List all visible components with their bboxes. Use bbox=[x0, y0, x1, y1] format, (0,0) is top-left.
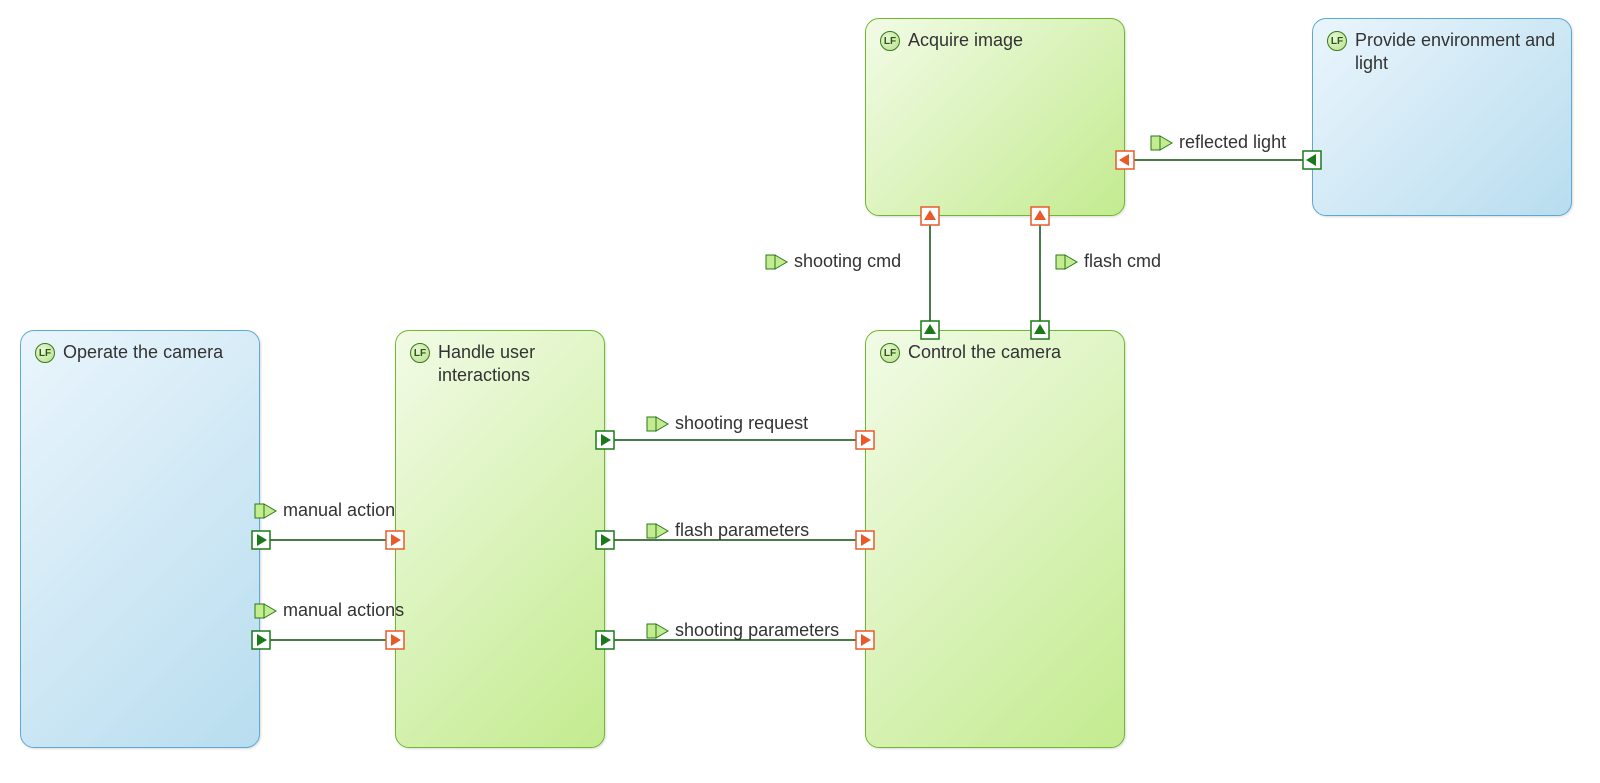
block-title: Control the camera bbox=[908, 341, 1114, 364]
tag-icon bbox=[1055, 254, 1079, 270]
tag-icon bbox=[646, 623, 670, 639]
flow-text: manual action bbox=[283, 500, 395, 520]
block-acquire-image[interactable]: LF Acquire image bbox=[865, 18, 1125, 216]
flow-label-flash-cmd: flash cmd bbox=[1055, 251, 1161, 272]
block-provide-environment-light[interactable]: LF Provide environment and light bbox=[1312, 18, 1572, 216]
tag-icon bbox=[646, 523, 670, 539]
block-handle-user-interactions[interactable]: LF Handle user interactions bbox=[395, 330, 605, 748]
flow-label-shooting-cmd: shooting cmd bbox=[765, 251, 901, 272]
flow-label-manual-actions: manual actions bbox=[254, 600, 404, 621]
flow-label-shooting-request: shooting request bbox=[646, 413, 808, 434]
flow-text: flash cmd bbox=[1084, 251, 1161, 271]
block-control-camera[interactable]: LF Control the camera bbox=[865, 330, 1125, 748]
block-operate-camera[interactable]: LF Operate the camera bbox=[20, 330, 260, 748]
block-title: Provide environment and light bbox=[1355, 29, 1561, 74]
flow-text: shooting request bbox=[675, 413, 808, 433]
flow-label-flash-parameters: flash parameters bbox=[646, 520, 809, 541]
flow-text: shooting parameters bbox=[675, 620, 839, 640]
tag-icon bbox=[1150, 135, 1174, 151]
flow-text: shooting cmd bbox=[794, 251, 901, 271]
flow-text: reflected light bbox=[1179, 132, 1286, 152]
tag-icon bbox=[254, 603, 278, 619]
lf-icon: LF bbox=[35, 343, 55, 363]
lf-icon: LF bbox=[880, 31, 900, 51]
flow-text: manual actions bbox=[283, 600, 404, 620]
tag-icon bbox=[646, 416, 670, 432]
lf-icon: LF bbox=[880, 343, 900, 363]
flow-label-reflected-light: reflected light bbox=[1150, 132, 1286, 153]
tag-icon bbox=[254, 503, 278, 519]
block-title: Handle user interactions bbox=[438, 341, 594, 386]
flow-label-shooting-parameters: shooting parameters bbox=[646, 620, 839, 641]
flow-label-manual-action: manual action bbox=[254, 500, 395, 521]
block-title: Operate the camera bbox=[63, 341, 249, 364]
block-title: Acquire image bbox=[908, 29, 1114, 52]
lf-icon: LF bbox=[410, 343, 430, 363]
flow-text: flash parameters bbox=[675, 520, 809, 540]
lf-icon: LF bbox=[1327, 31, 1347, 51]
tag-icon bbox=[765, 254, 789, 270]
